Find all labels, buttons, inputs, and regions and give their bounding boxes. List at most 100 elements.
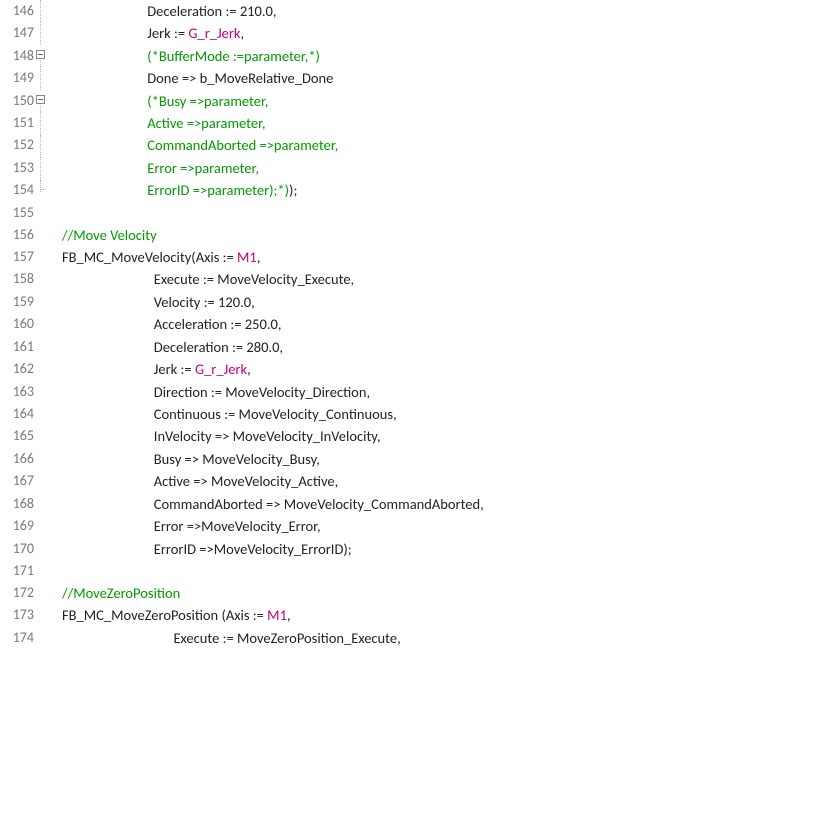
code-content[interactable]: (*Busy =>parameter,	[58, 90, 834, 112]
code-line[interactable]: 153 Error =>parameter,	[0, 157, 834, 179]
code-editor[interactable]: 146 Deceleration := 210.0,147 Jerk := G_…	[0, 0, 834, 649]
code-line[interactable]: 174 Execute := MoveZeroPosition_Execute,	[0, 627, 834, 649]
code-content[interactable]: FB_MC_MoveZeroPosition (Axis := M1,	[58, 605, 834, 627]
line-number: 172	[0, 582, 36, 604]
code-content[interactable]: CommandAborted => MoveVelocity_CommandAb…	[58, 493, 834, 515]
fold-gutter	[36, 135, 58, 157]
code-content[interactable]: Continuous := MoveVelocity_Continuous,	[58, 403, 834, 425]
code-content[interactable]: Velocity := 120.0,	[58, 291, 834, 313]
code-line[interactable]: 156 //Move Velocity	[0, 224, 834, 246]
code-content[interactable]: Direction := MoveVelocity_Direction,	[58, 381, 834, 403]
code-content[interactable]: Jerk := G_r_Jerk,	[58, 358, 834, 380]
fold-gutter	[36, 605, 58, 627]
code-content[interactable]: ErrorID =>parameter);*));	[58, 180, 834, 202]
fold-gutter	[36, 157, 58, 179]
code-token: ,	[241, 24, 245, 42]
fold-gutter	[36, 22, 58, 44]
code-line[interactable]: 157FB_MC_MoveVelocity(Axis := M1,	[0, 246, 834, 268]
line-number: 156	[0, 224, 36, 246]
fold-gutter	[36, 493, 58, 515]
code-token: Active =>parameter,	[147, 114, 265, 132]
code-token: Done => b_MoveRelative_Done	[62, 69, 333, 87]
code-line[interactable]: 158 Execute := MoveVelocity_Execute,	[0, 269, 834, 291]
code-content[interactable]: FB_MC_MoveVelocity(Axis := M1,	[58, 246, 834, 268]
code-line[interactable]: 149 Done => b_MoveRelative_Done	[0, 67, 834, 89]
fold-gutter	[36, 180, 58, 202]
code-content[interactable]	[58, 202, 834, 224]
fold-gutter	[36, 246, 58, 268]
code-token: Deceleration := 280.0,	[62, 338, 283, 356]
line-number: 167	[0, 471, 36, 493]
code-token: Jerk :=	[62, 24, 188, 42]
code-token: Jerk :=	[62, 360, 195, 378]
code-line[interactable]: 155	[0, 202, 834, 224]
fold-gutter	[36, 112, 58, 134]
code-line[interactable]: 159 Velocity := 120.0,	[0, 291, 834, 313]
fold-gutter	[36, 90, 58, 112]
fold-gutter	[36, 627, 58, 649]
code-token: G_r_Jerk	[188, 24, 240, 42]
code-line[interactable]: 152 CommandAborted =>parameter,	[0, 135, 834, 157]
fold-gutter	[36, 538, 58, 560]
code-content[interactable]: Busy => MoveVelocity_Busy,	[58, 448, 834, 470]
fold-gutter	[36, 336, 58, 358]
code-line[interactable]: 151 Active =>parameter,	[0, 112, 834, 134]
code-line[interactable]: 148 (*BufferMode :=parameter,*)	[0, 45, 834, 67]
code-content[interactable]	[58, 560, 834, 582]
code-content[interactable]: Error =>parameter,	[58, 157, 834, 179]
fold-toggle-icon[interactable]	[36, 50, 45, 59]
code-token: FB_MC_MoveZeroPosition (Axis :=	[62, 606, 267, 624]
code-line[interactable]: 154 ErrorID =>parameter);*));	[0, 180, 834, 202]
code-line[interactable]: 147 Jerk := G_r_Jerk,	[0, 22, 834, 44]
code-content[interactable]: CommandAborted =>parameter,	[58, 135, 834, 157]
code-line[interactable]: 164 Continuous := MoveVelocity_Continuou…	[0, 403, 834, 425]
code-content[interactable]: ErrorID =>MoveVelocity_ErrorID);	[58, 538, 834, 560]
line-number: 162	[0, 358, 36, 380]
code-token: Velocity := 120.0,	[62, 293, 255, 311]
code-content[interactable]: Acceleration := 250.0,	[58, 313, 834, 335]
code-content[interactable]: Active => MoveVelocity_Active,	[58, 471, 834, 493]
code-line[interactable]: 165 InVelocity => MoveVelocity_InVelocit…	[0, 426, 834, 448]
code-content[interactable]: Jerk := G_r_Jerk,	[58, 22, 834, 44]
fold-gutter	[36, 471, 58, 493]
code-content[interactable]: //Move Velocity	[58, 224, 834, 246]
code-token: //MoveZeroPosition	[62, 584, 180, 602]
code-line[interactable]: 167 Active => MoveVelocity_Active,	[0, 471, 834, 493]
code-line[interactable]: 150 (*Busy =>parameter,	[0, 90, 834, 112]
line-number: 146	[0, 0, 36, 22]
code-line[interactable]: 173FB_MC_MoveZeroPosition (Axis := M1,	[0, 605, 834, 627]
fold-gutter	[36, 0, 58, 22]
code-line[interactable]: 172 //MoveZeroPosition	[0, 582, 834, 604]
code-line[interactable]: 160 Acceleration := 250.0,	[0, 313, 834, 335]
code-line[interactable]: 170 ErrorID =>MoveVelocity_ErrorID);	[0, 538, 834, 560]
code-line[interactable]: 161 Deceleration := 280.0,	[0, 336, 834, 358]
code-content[interactable]: Active =>parameter,	[58, 112, 834, 134]
code-line[interactable]: 162 Jerk := G_r_Jerk,	[0, 358, 834, 380]
code-line[interactable]: 166 Busy => MoveVelocity_Busy,	[0, 448, 834, 470]
code-content[interactable]: Deceleration := 210.0,	[58, 0, 834, 22]
code-token: M1	[267, 606, 287, 624]
code-token: );	[289, 181, 297, 199]
code-token: ,	[247, 360, 251, 378]
code-line[interactable]: 146 Deceleration := 210.0,	[0, 0, 834, 22]
fold-gutter	[36, 45, 58, 67]
code-token: CommandAborted => MoveVelocity_CommandAb…	[62, 495, 484, 513]
code-token: Direction := MoveVelocity_Direction,	[62, 383, 370, 401]
code-line[interactable]: 163 Direction := MoveVelocity_Direction,	[0, 381, 834, 403]
fold-gutter	[36, 426, 58, 448]
code-token: ErrorID =>MoveVelocity_ErrorID);	[62, 540, 352, 558]
code-content[interactable]: Execute := MoveZeroPosition_Execute,	[58, 627, 834, 649]
code-line[interactable]: 171	[0, 560, 834, 582]
code-content[interactable]: Execute := MoveVelocity_Execute,	[58, 269, 834, 291]
fold-toggle-icon[interactable]	[36, 95, 45, 104]
line-number: 154	[0, 180, 36, 202]
code-line[interactable]: 169 Error =>MoveVelocity_Error,	[0, 515, 834, 537]
code-content[interactable]: Done => b_MoveRelative_Done	[58, 67, 834, 89]
code-content[interactable]: Deceleration := 280.0,	[58, 336, 834, 358]
code-content[interactable]: //MoveZeroPosition	[58, 582, 834, 604]
code-token: FB_MC_MoveVelocity(Axis :=	[62, 248, 237, 266]
code-content[interactable]: InVelocity => MoveVelocity_InVelocity,	[58, 426, 834, 448]
code-content[interactable]: Error =>MoveVelocity_Error,	[58, 515, 834, 537]
code-line[interactable]: 168 CommandAborted => MoveVelocity_Comma…	[0, 493, 834, 515]
code-content[interactable]: (*BufferMode :=parameter,*)	[58, 45, 834, 67]
